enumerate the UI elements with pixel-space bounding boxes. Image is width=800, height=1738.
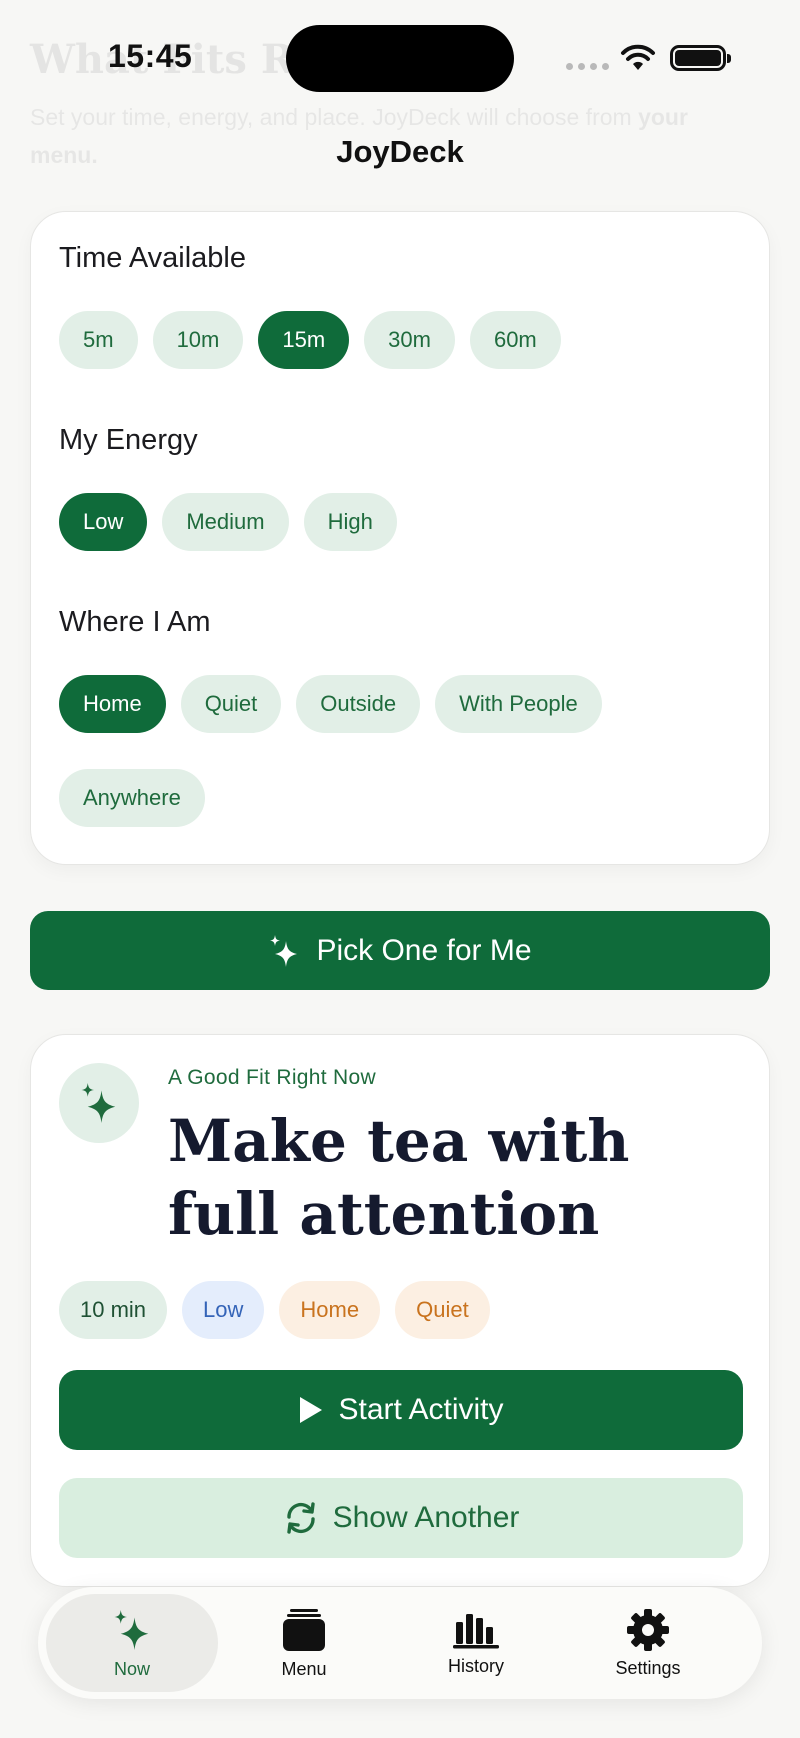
energy-chip-high[interactable]: High [303,493,397,551]
dynamic-island [286,25,514,92]
time-chip-15m[interactable]: 15m [258,311,350,369]
play-icon [300,1397,323,1423]
energy-chip-low[interactable]: Low [59,493,148,551]
tab-menu-label: Menu [281,1658,327,1679]
time-chip-10m[interactable]: 10m [152,311,244,369]
place-tag: Home [279,1281,381,1339]
duration-tag: 10 min [59,1281,168,1339]
place-chip-anywhere[interactable]: Anywhere [59,769,205,827]
tab-history-label: History [447,1655,504,1676]
time-chip-5m[interactable]: 5m [59,311,138,369]
gear-icon [627,1608,669,1651]
energy-tag: Low [182,1281,265,1339]
show-another-button[interactable]: Show Another [59,1478,743,1558]
place-section-title: Where I Am [59,606,211,638]
tab-now[interactable]: Now [46,1594,218,1692]
pick-one-label: Pick One for Me [316,933,532,967]
suggestion-label: A Good Fit Right Now [168,1066,376,1089]
refresh-icon [286,1502,315,1534]
suggestion-badge [59,1063,139,1143]
time-section-title: Time Available [59,242,246,274]
time-chip-60m[interactable]: 60m [469,311,561,369]
sparkles-icon [81,1083,116,1123]
energy-chip-medium[interactable]: Medium [162,493,289,551]
tab-settings[interactable]: Settings [562,1594,734,1692]
setting-tag: Quiet [395,1281,490,1339]
tab-settings-label: Settings [615,1657,681,1678]
tab-history[interactable]: History [390,1594,562,1692]
place-options: Home Quiet Outside With People [59,675,602,733]
activity-tags: 10 min Low Home Quiet [59,1281,490,1339]
time-options: 5m 10m 15m 30m 60m [59,311,561,369]
status-time: 15:45 [108,38,193,74]
sparkles-icon [114,1609,149,1650]
suggestion-card: A Good Fit Right Now Make tea with full … [30,1034,770,1587]
energy-section-title: My Energy [59,424,198,456]
place-options-row-2: Anywhere [59,769,205,827]
tab-bar: Now Menu History Settings [38,1587,762,1699]
show-another-label: Show Another [332,1501,520,1534]
place-chip-with-people[interactable]: With People [435,675,602,733]
wifi-icon [621,44,655,70]
place-chip-quiet[interactable]: Quiet [180,675,282,733]
battery-icon [670,45,731,71]
tab-now-label: Now [113,1658,150,1679]
tab-menu[interactable]: Menu [218,1594,390,1692]
place-chip-home[interactable]: Home [59,675,166,733]
app-title: JoyDeck [336,134,464,169]
time-chip-30m[interactable]: 30m [364,311,455,369]
bar-chart-icon [453,1613,499,1648]
place-chip-outside[interactable]: Outside [296,675,421,733]
start-activity-button[interactable]: Start Activity [59,1370,743,1450]
filters-card: Time Available 5m 10m 15m 30m 60m My Ene… [30,211,770,865]
start-activity-label: Start Activity [338,1393,504,1426]
energy-options: Low Medium High [59,493,397,551]
card-stack-icon [283,1608,325,1651]
activity-title: Make tea with full attention [168,1107,630,1248]
cellular-signal-icon [566,63,609,70]
sparkles-icon [270,934,298,967]
pick-one-button[interactable]: Pick One for Me [30,911,770,990]
background-subtitle-text: Set your time, energy, and place. JoyDec… [30,104,632,130]
